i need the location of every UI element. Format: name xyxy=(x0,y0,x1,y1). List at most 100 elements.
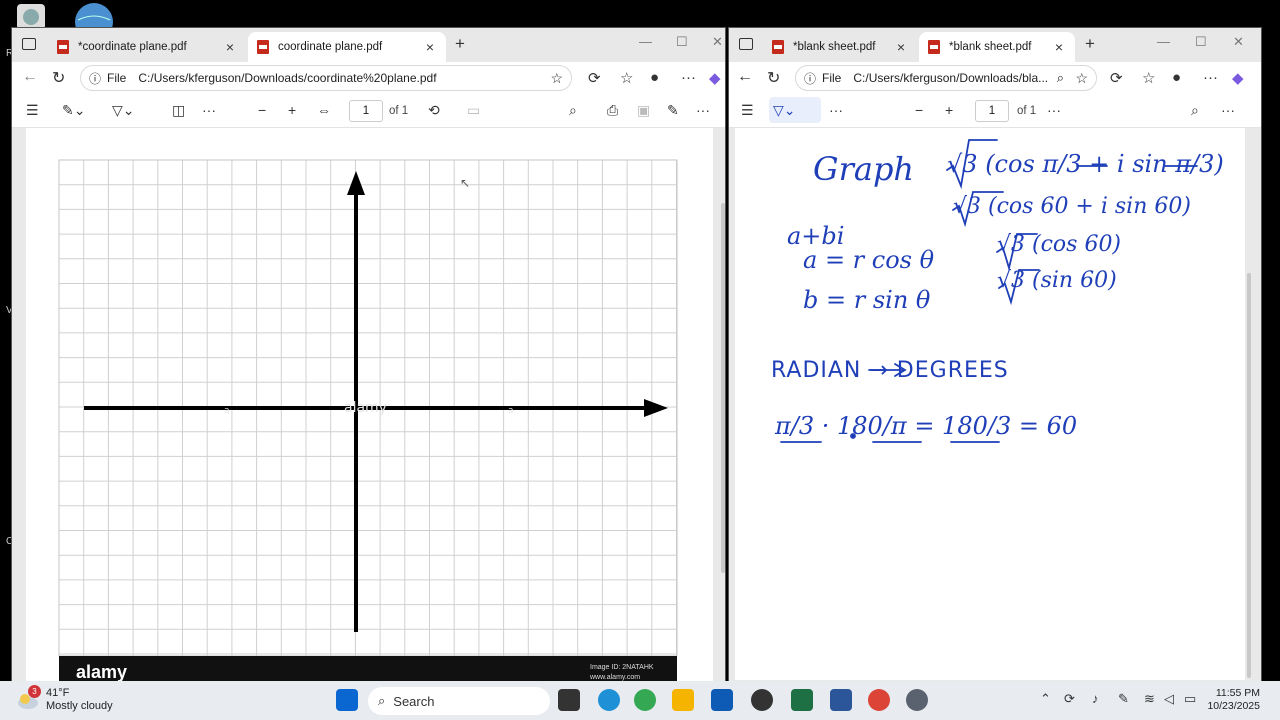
contents-icon[interactable]: ☰ xyxy=(26,102,39,119)
pdf-icon xyxy=(928,40,940,54)
weather-condition: Mostly cloudy xyxy=(46,700,113,712)
draw-icon[interactable]: ▽⌄ xyxy=(112,102,135,119)
word-icon[interactable] xyxy=(830,689,852,711)
tab-blank-sheet-1[interactable]: *blank sheet.pdf × xyxy=(763,32,917,62)
zoom-out-icon[interactable]: − xyxy=(258,102,266,118)
taskbar-search[interactable]: ⌕ Search xyxy=(368,687,550,715)
search-icon[interactable]: ⌕ xyxy=(1191,102,1199,119)
close-tab-icon[interactable]: × xyxy=(1051,39,1067,55)
svg-text:a: a xyxy=(224,406,230,416)
minimize-icon[interactable]: — xyxy=(639,34,652,49)
contents-icon[interactable]: ☰ xyxy=(741,102,754,119)
favorite-star-icon[interactable]: ☆ xyxy=(1075,70,1088,87)
more-options-icon[interactable]: ··· xyxy=(1221,102,1235,118)
print-icon[interactable]: ⎙ xyxy=(607,102,618,119)
highlight-icon[interactable]: ✎⌄ xyxy=(62,102,85,119)
url-text: C:/Users/kferguson/Downloads/coordinate%… xyxy=(138,71,437,85)
image-site: www.alamy.com xyxy=(590,674,641,681)
store-icon[interactable] xyxy=(711,689,733,711)
close-window-icon[interactable]: ✕ xyxy=(1233,34,1244,50)
sync-icon[interactable]: ⟳ xyxy=(1064,691,1075,707)
note-b-equation: b = r sin θ xyxy=(803,286,931,314)
pdf-viewport[interactable]: Graph √3 (cos π/3 + i sin π/3) √3 (cos 6… xyxy=(729,128,1261,684)
favorites-icon[interactable]: ☆ xyxy=(620,69,633,87)
back-icon[interactable]: ← xyxy=(22,68,38,86)
settings-gear-icon[interactable] xyxy=(906,689,928,711)
copilot-icon[interactable]: ◆ xyxy=(1232,69,1244,87)
tab-blank-sheet-2[interactable]: *blank sheet.pdf × xyxy=(919,32,1075,62)
save-as-icon[interactable]: ✎ xyxy=(667,102,679,119)
maximize-icon[interactable]: ☐ xyxy=(676,34,688,50)
address-bar[interactable]: ⓘ File C:/Users/kferguson/Downloads/coor… xyxy=(80,65,572,91)
start-icon[interactable] xyxy=(336,689,358,711)
minimize-icon[interactable]: — xyxy=(1157,34,1170,49)
info-icon[interactable]: ⓘ xyxy=(804,70,816,87)
rotate-icon[interactable]: ⟲ xyxy=(428,102,440,119)
excel-icon[interactable] xyxy=(791,689,813,711)
vertical-scrollbar[interactable] xyxy=(1247,273,1251,678)
refresh-icon[interactable]: ↻ xyxy=(52,68,65,88)
close-tab-icon[interactable]: × xyxy=(222,39,238,55)
close-window-icon[interactable]: ✕ xyxy=(712,34,723,50)
weather-widget[interactable]: 3 41°F Mostly cloudy xyxy=(16,685,113,713)
profile-avatar-icon[interactable]: ● xyxy=(650,69,659,86)
page-view-icon[interactable]: ◫ xyxy=(172,102,185,119)
address-bar[interactable]: ⓘ File C:/Users/kferguson/Downloads/bla.… xyxy=(795,65,1097,91)
chrome-icon[interactable] xyxy=(634,689,656,711)
refresh-icon[interactable]: ↻ xyxy=(767,68,780,88)
page-number-input[interactable]: 1 xyxy=(349,100,383,122)
tab-coordinate-plane-unsaved[interactable]: *coordinate plane.pdf × xyxy=(48,32,246,62)
more-tools-icon[interactable]: ··· xyxy=(202,102,216,118)
pdf-viewport[interactable]: a a alamy alamy Image ID: 2NATAHK www.al… xyxy=(12,128,725,684)
close-tab-icon[interactable]: × xyxy=(893,39,909,55)
extensions-icon[interactable]: ⟳ xyxy=(1110,69,1123,87)
desktop-globe-icon[interactable] xyxy=(74,2,113,41)
new-tab-icon[interactable]: + xyxy=(1085,34,1095,54)
extensions-icon[interactable]: ⟳ xyxy=(588,69,601,87)
search-icon[interactable]: ⌕ xyxy=(569,102,577,119)
task-view-icon[interactable] xyxy=(558,689,580,711)
page-number-input[interactable]: 1 xyxy=(975,100,1009,122)
tab-actions-icon[interactable] xyxy=(739,38,753,50)
more-menu-icon[interactable]: ··· xyxy=(1203,69,1218,86)
zoom-indicator-icon[interactable]: ⌕ xyxy=(1057,70,1064,86)
profile-avatar-icon[interactable]: ● xyxy=(1172,69,1181,86)
more-icon[interactable]: ··· xyxy=(1047,102,1061,118)
chevron-up-icon[interactable]: ⌃ xyxy=(1040,691,1051,707)
pdf-toolbar: ☰ ✎⌄ ▽⌄ ◫ ··· − + ⇔ 1 of 1 ⟲ ▭ ⌕ ⎙ ▣ ✎ ·… xyxy=(12,94,725,128)
tab-actions-icon[interactable] xyxy=(22,38,36,50)
more-menu-icon[interactable]: ··· xyxy=(681,69,696,86)
vertical-scrollbar[interactable] xyxy=(721,203,725,573)
favorites-icon[interactable]: ☆ xyxy=(1142,69,1155,87)
copilot-icon[interactable]: ◆ xyxy=(709,69,721,87)
svg-text:a: a xyxy=(508,406,514,416)
volume-icon[interactable]: ◁ xyxy=(1164,691,1174,707)
app-icon[interactable] xyxy=(751,689,773,711)
fit-page-icon[interactable]: ⇔ xyxy=(317,102,331,118)
more-icon[interactable]: ··· xyxy=(696,102,710,118)
chrome-profile-icon[interactable] xyxy=(868,689,890,711)
microphone-icon[interactable]: ♪ xyxy=(1092,691,1099,706)
draw-tool-active-icon[interactable]: ▽⌄ xyxy=(769,97,821,123)
tab-title: *blank sheet.pdf xyxy=(793,41,876,53)
pen-icon[interactable]: ✎ xyxy=(1118,691,1129,707)
zoom-in-icon[interactable]: + xyxy=(945,102,953,118)
battery-icon[interactable]: ▭ xyxy=(1184,691,1196,707)
back-icon[interactable]: ← xyxy=(737,68,753,86)
clock[interactable]: 11:55 PM 10/23/2025 xyxy=(1207,687,1260,713)
maximize-icon[interactable]: ☐ xyxy=(1195,34,1207,50)
zoom-out-icon[interactable]: − xyxy=(915,102,923,118)
page-total: of 1 xyxy=(1017,105,1037,117)
new-tab-icon[interactable]: + xyxy=(455,34,465,54)
tab-coordinate-plane[interactable]: coordinate plane.pdf × xyxy=(248,32,446,62)
edge-icon[interactable] xyxy=(598,689,620,711)
pdf-page: Graph √3 (cos π/3 + i sin π/3) √3 (cos 6… xyxy=(735,128,1245,680)
zoom-in-icon[interactable]: + xyxy=(288,102,296,118)
favorite-star-icon[interactable]: ☆ xyxy=(550,70,563,87)
wifi-icon[interactable]: ≋ xyxy=(1144,691,1155,707)
close-tab-icon[interactable]: × xyxy=(422,39,438,55)
desktop-app-icon[interactable] xyxy=(14,2,48,30)
info-icon[interactable]: ⓘ xyxy=(89,70,101,87)
file-explorer-icon[interactable] xyxy=(672,689,694,711)
more-tools-icon[interactable]: ··· xyxy=(829,102,843,118)
